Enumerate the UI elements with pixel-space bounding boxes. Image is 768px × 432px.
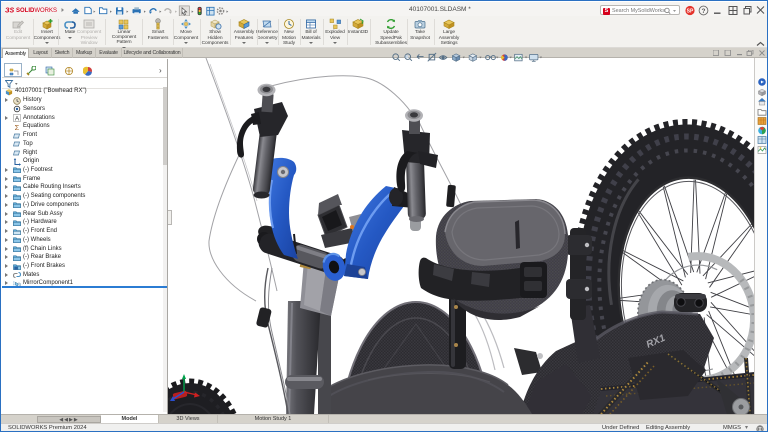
svg-text:ЗS: ЗS: [5, 8, 14, 15]
svg-text:SP: SP: [687, 9, 694, 15]
svg-text:Σ: Σ: [15, 123, 20, 131]
svg-text:SOLIDWORKS: SOLIDWORKS: [16, 8, 57, 14]
svg-text:A: A: [15, 115, 20, 122]
svg-text:?: ?: [702, 8, 706, 15]
